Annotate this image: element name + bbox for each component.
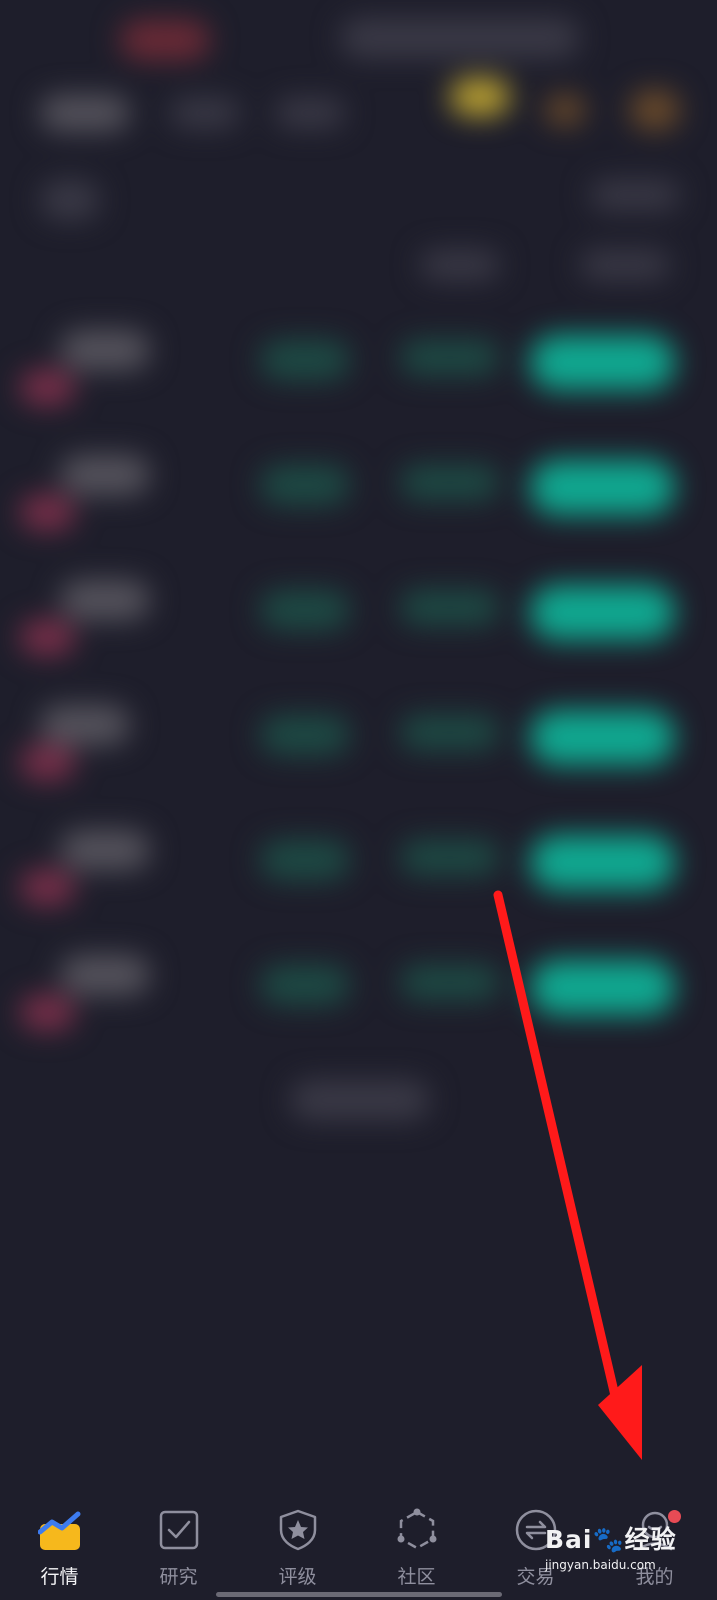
- blurred-icon: [545, 95, 585, 125]
- tab-label: 研究: [159, 1566, 198, 1588]
- blurred-row-change: [530, 835, 675, 890]
- shield-star-icon: [279, 1509, 316, 1551]
- tab-research[interactable]: 研究: [119, 1478, 238, 1600]
- blurred-row-price: [400, 965, 500, 1000]
- tab-market[interactable]: 行情: [0, 1478, 119, 1600]
- blurred-row-chart: [260, 590, 350, 630]
- blurred-column-header: [40, 180, 100, 220]
- blurred-row-chart: [260, 340, 350, 380]
- blurred-row-change: [530, 710, 675, 765]
- blurred-badge: [450, 78, 510, 116]
- blurred-column-header: [590, 180, 680, 210]
- baidu-jingyan-watermark: Bai🐾经验 jingyan.baidu.com: [545, 1520, 710, 1582]
- blurred-row-name: [40, 705, 130, 745]
- blurred-row-chart: [260, 840, 350, 880]
- tab-label: 评级: [278, 1566, 317, 1588]
- market-chart-icon: [37, 1511, 80, 1550]
- tab-label: 社区: [397, 1566, 436, 1588]
- blurred-row-price: [400, 465, 500, 500]
- blurred-row-tag: [20, 495, 75, 530]
- blurred-load-more: [290, 1080, 430, 1120]
- blurred-row-tag: [20, 370, 75, 405]
- blurred-row-name: [60, 830, 150, 870]
- blurred-row-chart: [260, 465, 350, 505]
- watermark-brand-cn: 经验: [624, 1525, 677, 1554]
- blurred-row-name: [60, 955, 150, 995]
- watermark-brand: Bai: [545, 1525, 593, 1554]
- tab-label: 行情: [40, 1566, 79, 1588]
- blurred-tab: [170, 98, 240, 128]
- hexagon-nodes-icon: [397, 1508, 436, 1550]
- tab-community[interactable]: 社区: [357, 1478, 476, 1600]
- blurred-search-bar: [340, 18, 580, 58]
- blurred-row-tag: [20, 745, 75, 780]
- blurred-row-change: [530, 460, 675, 515]
- blurred-row-name: [60, 330, 150, 370]
- blurred-row-change: [530, 585, 675, 640]
- blurred-tab: [275, 98, 345, 128]
- tab-rating[interactable]: 评级: [238, 1478, 357, 1600]
- checkbox-icon: [159, 1510, 198, 1550]
- blurred-row-tag: [20, 870, 75, 905]
- blurred-row-change: [530, 960, 675, 1015]
- blurred-tab: [40, 95, 130, 131]
- blurred-row-price: [400, 840, 500, 875]
- home-indicator: [216, 1592, 502, 1597]
- blurred-row-price: [400, 590, 500, 625]
- blurred-row-tag: [20, 620, 75, 655]
- blurred-row-name: [60, 580, 150, 620]
- watermark-url: jingyan.baidu.com: [545, 1558, 656, 1572]
- blurred-row-tag: [20, 995, 75, 1030]
- blurred-row-price: [400, 340, 500, 375]
- blurred-row-chart: [260, 715, 350, 755]
- blurred-row-price: [400, 715, 500, 750]
- blurred-row-chart: [260, 965, 350, 1005]
- blurred-header-item: [120, 20, 210, 60]
- paw-icon: 🐾: [592, 1525, 625, 1554]
- blurred-column-header: [580, 250, 670, 280]
- blurred-column-header: [420, 250, 500, 280]
- blurred-row-change: [530, 335, 675, 390]
- blurred-market-list: [0, 0, 717, 1480]
- blurred-row-name: [60, 455, 150, 495]
- blurred-icon: [630, 90, 680, 130]
